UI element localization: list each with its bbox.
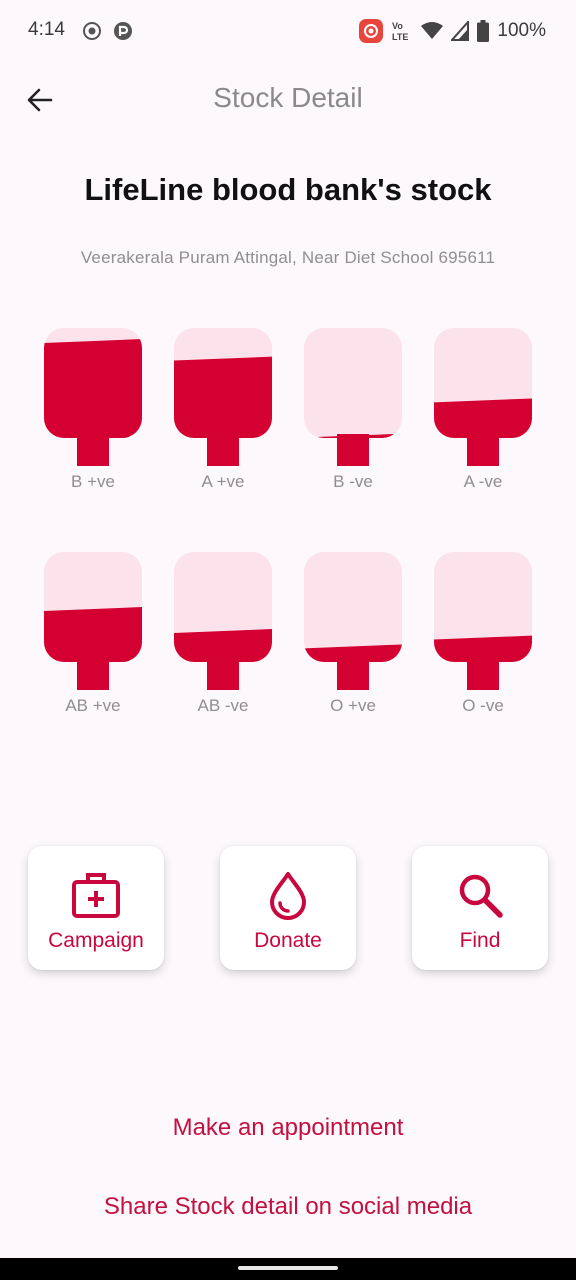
make-appointment-link[interactable]: Make an appointment — [0, 1114, 576, 1142]
blood-bag-a-positive: A +ve — [173, 326, 273, 496]
blood-type-label: AB -ve — [197, 696, 249, 715]
blood-bag-ab-positive: AB +ve — [43, 550, 143, 720]
blood-type-label: AB +ve — [65, 696, 121, 715]
svg-text:Vo: Vo — [392, 21, 403, 31]
blood-level-fill — [44, 607, 142, 662]
home-gesture-handle[interactable] — [238, 1266, 338, 1270]
blood-bag-tube — [77, 658, 109, 690]
status-icons: Vo LTE 100% — [359, 18, 546, 44]
blood-type-label: B -ve — [333, 472, 373, 491]
blood-bag-icon — [434, 328, 532, 466]
search-icon — [459, 874, 503, 918]
blood-type-label: B +ve — [71, 472, 115, 491]
blood-bag-icon — [434, 552, 532, 690]
blood-bag-icon — [44, 328, 142, 466]
blood-bag-tube — [467, 434, 499, 466]
blood-bag-icon — [174, 552, 272, 690]
blood-type-label: O +ve — [330, 696, 376, 715]
blood-type-label: A +ve — [201, 472, 245, 491]
campaign-button[interactable]: Campaign — [28, 846, 164, 970]
blood-drop-icon — [270, 872, 306, 920]
blood-bag-tube — [207, 658, 239, 690]
blood-bag-o-positive: O +ve — [303, 550, 403, 720]
blood-bag-ab-negative: AB -ve — [173, 550, 273, 720]
medical-kit-icon — [72, 873, 120, 918]
find-button[interactable]: Find — [412, 846, 548, 970]
blood-bank-name: LifeLine blood bank's stock — [84, 172, 492, 207]
blood-bag-icon — [44, 552, 142, 690]
blood-bank-address: Veerakerala Puram Attingal, Near Diet Sc… — [80, 248, 496, 267]
wifi-icon — [421, 22, 444, 39]
blood-level-fill — [174, 356, 272, 438]
status-bar: 4:14 Vo LTE 100% — [0, 0, 576, 62]
blood-bag-empty — [304, 328, 402, 438]
svg-text:LTE: LTE — [392, 32, 408, 42]
record-icon — [83, 22, 101, 40]
status-time: 4:14 — [28, 19, 65, 40]
battery-percent: 100% — [497, 20, 546, 41]
blood-level-fill — [44, 339, 142, 438]
find-label: Find — [459, 929, 501, 952]
blood-bag-icon — [174, 328, 272, 466]
blood-bag-tube — [207, 434, 239, 466]
blood-level-fill — [434, 398, 532, 438]
app-bar: Stock Detail — [0, 62, 576, 138]
blood-bag-tube — [337, 658, 369, 690]
blood-bag-o-negative: O -ve — [433, 550, 533, 720]
campaign-label: Campaign — [48, 929, 144, 952]
blood-bag-b-negative: B -ve — [303, 326, 403, 496]
blood-bag-icon — [304, 328, 402, 466]
donate-button[interactable]: Donate — [220, 846, 356, 970]
blood-bag-b-positive: B +ve — [43, 326, 143, 496]
app-notification-icon — [114, 22, 132, 40]
volte-icon: Vo LTE — [392, 21, 408, 42]
screen-record-icon — [359, 19, 384, 43]
system-nav-bar — [0, 1258, 576, 1280]
battery-icon — [477, 20, 490, 42]
share-stock-link[interactable]: Share Stock detail on social media — [0, 1193, 576, 1221]
page-title: Stock Detail — [213, 82, 363, 113]
signal-icon — [451, 21, 470, 41]
blood-bag-tube — [77, 434, 109, 466]
blood-bag-icon — [304, 552, 402, 690]
blood-bag-tube — [337, 434, 369, 466]
blood-type-label: O -ve — [462, 696, 504, 715]
blood-type-label: A -ve — [463, 472, 503, 491]
donate-label: Donate — [254, 929, 322, 952]
blood-bag-tube — [467, 658, 499, 690]
blood-bag-a-negative: A -ve — [433, 326, 533, 496]
